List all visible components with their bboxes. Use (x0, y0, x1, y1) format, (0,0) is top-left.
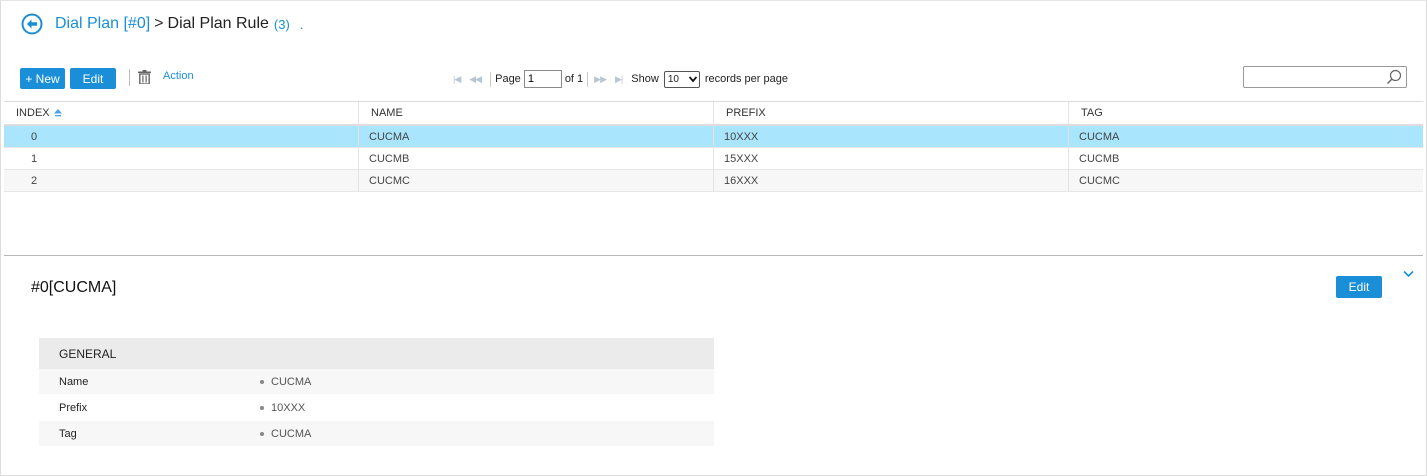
next-page-icon[interactable]: ▶▶ (594, 74, 607, 85)
cell-name: CUCMC (359, 170, 714, 191)
back-arrow-circle-icon[interactable] (21, 13, 43, 35)
pager: |◀ ◀◀ Page of 1 ▶▶ ▶| Show 10 records pe… (453, 70, 788, 88)
general-section: GENERAL Name CUCMA Prefix 10XXX Tag CUCM… (39, 338, 714, 447)
records-per-page-label: records per page (704, 73, 788, 85)
bullet-icon (260, 431, 264, 436)
cell-prefix: 10XXX (714, 126, 1069, 147)
toolbar-divider (129, 69, 130, 86)
cell-prefix: 15XXX (714, 148, 1069, 169)
breadcrumb-dial-plan-link[interactable]: Dial Plan [#0] (55, 15, 150, 33)
search-icon[interactable] (1386, 69, 1402, 85)
action-menu[interactable]: Action (163, 70, 194, 82)
page-of-label: of 1 (564, 73, 584, 85)
page-title: Dial Plan Rule (167, 15, 269, 32)
prev-page-icon[interactable]: ◀◀ (469, 74, 482, 85)
pager-divider (587, 71, 589, 87)
detail-row-prefix: Prefix 10XXX (39, 395, 714, 421)
field-value: 10XXX (271, 401, 306, 414)
show-label: Show (631, 73, 659, 85)
table-row[interactable]: 0 CUCMA 10XXX CUCMA (4, 126, 1423, 148)
column-header-tag[interactable]: TAG (1069, 102, 1423, 124)
trash-icon[interactable] (138, 70, 151, 84)
cell-tag: CUCMA (1079, 130, 1120, 143)
detail-row-name: Name CUCMA (39, 369, 714, 395)
sort-asc-icon (53, 109, 62, 117)
column-header-label: NAME (371, 107, 403, 119)
panel-splitter[interactable] (4, 255, 1423, 256)
last-page-icon[interactable]: ▶| (615, 74, 623, 85)
detail-edit-button[interactable]: Edit (1336, 276, 1382, 298)
dial-plan-rule-table: INDEX NAME PREFIX TAG 0 CUCMA 10XXX CUCM… (4, 101, 1423, 192)
section-header: GENERAL (39, 338, 714, 369)
detail-title: #0[CUCMA] (31, 279, 117, 296)
column-header-label: INDEX (16, 107, 50, 119)
cell-index: 0 (4, 126, 359, 147)
field-value: CUCMA (271, 427, 312, 440)
search-input[interactable] (1244, 67, 1384, 87)
breadcrumb-trailing-dot: . (299, 16, 304, 32)
first-page-icon[interactable]: |◀ (453, 74, 461, 85)
new-button[interactable]: + New (20, 68, 65, 89)
table-header: INDEX NAME PREFIX TAG (4, 101, 1423, 126)
table-row[interactable]: 1 CUCMB 15XXX CUCMB (4, 148, 1423, 170)
page-label: Page (495, 73, 521, 85)
cell-index: 2 (4, 170, 359, 191)
cell-tag: CUCMC (1079, 174, 1120, 187)
cell-prefix: 16XXX (714, 170, 1069, 191)
breadcrumb-separator: > (154, 15, 164, 32)
records-per-page-select[interactable]: 10 (663, 70, 700, 88)
column-header-label: PREFIX (726, 107, 766, 119)
chevron-down-icon[interactable] (1403, 270, 1414, 278)
table-row[interactable]: 2 CUCMC 16XXX CUCMC (4, 170, 1423, 192)
column-header-index[interactable]: INDEX (4, 102, 359, 124)
column-header-name[interactable]: NAME (359, 102, 714, 124)
field-label: Name (59, 375, 89, 388)
bullet-icon (260, 379, 264, 384)
search-box (1243, 66, 1407, 88)
bullet-icon (260, 405, 264, 410)
cell-index: 1 (4, 148, 359, 169)
column-header-label: TAG (1081, 107, 1103, 119)
cell-name: CUCMA (359, 126, 714, 147)
record-count: (3) (273, 16, 290, 32)
detail-row-tag: Tag CUCMA (39, 421, 714, 447)
edit-button[interactable]: Edit (70, 68, 116, 89)
column-header-prefix[interactable]: PREFIX (714, 102, 1069, 124)
cell-tag: CUCMB (1079, 152, 1120, 165)
cell-name: CUCMB (359, 148, 714, 169)
field-value: CUCMA (271, 375, 312, 388)
page-number-input[interactable] (523, 70, 562, 88)
chevron-down-icon (688, 76, 697, 83)
field-label: Tag (59, 427, 77, 440)
pager-divider (490, 71, 492, 87)
field-label: Prefix (59, 401, 88, 414)
records-per-page-value: 10 (667, 73, 679, 85)
breadcrumb: Dial Plan [#0] > Dial Plan Rule (3) . (21, 12, 303, 36)
